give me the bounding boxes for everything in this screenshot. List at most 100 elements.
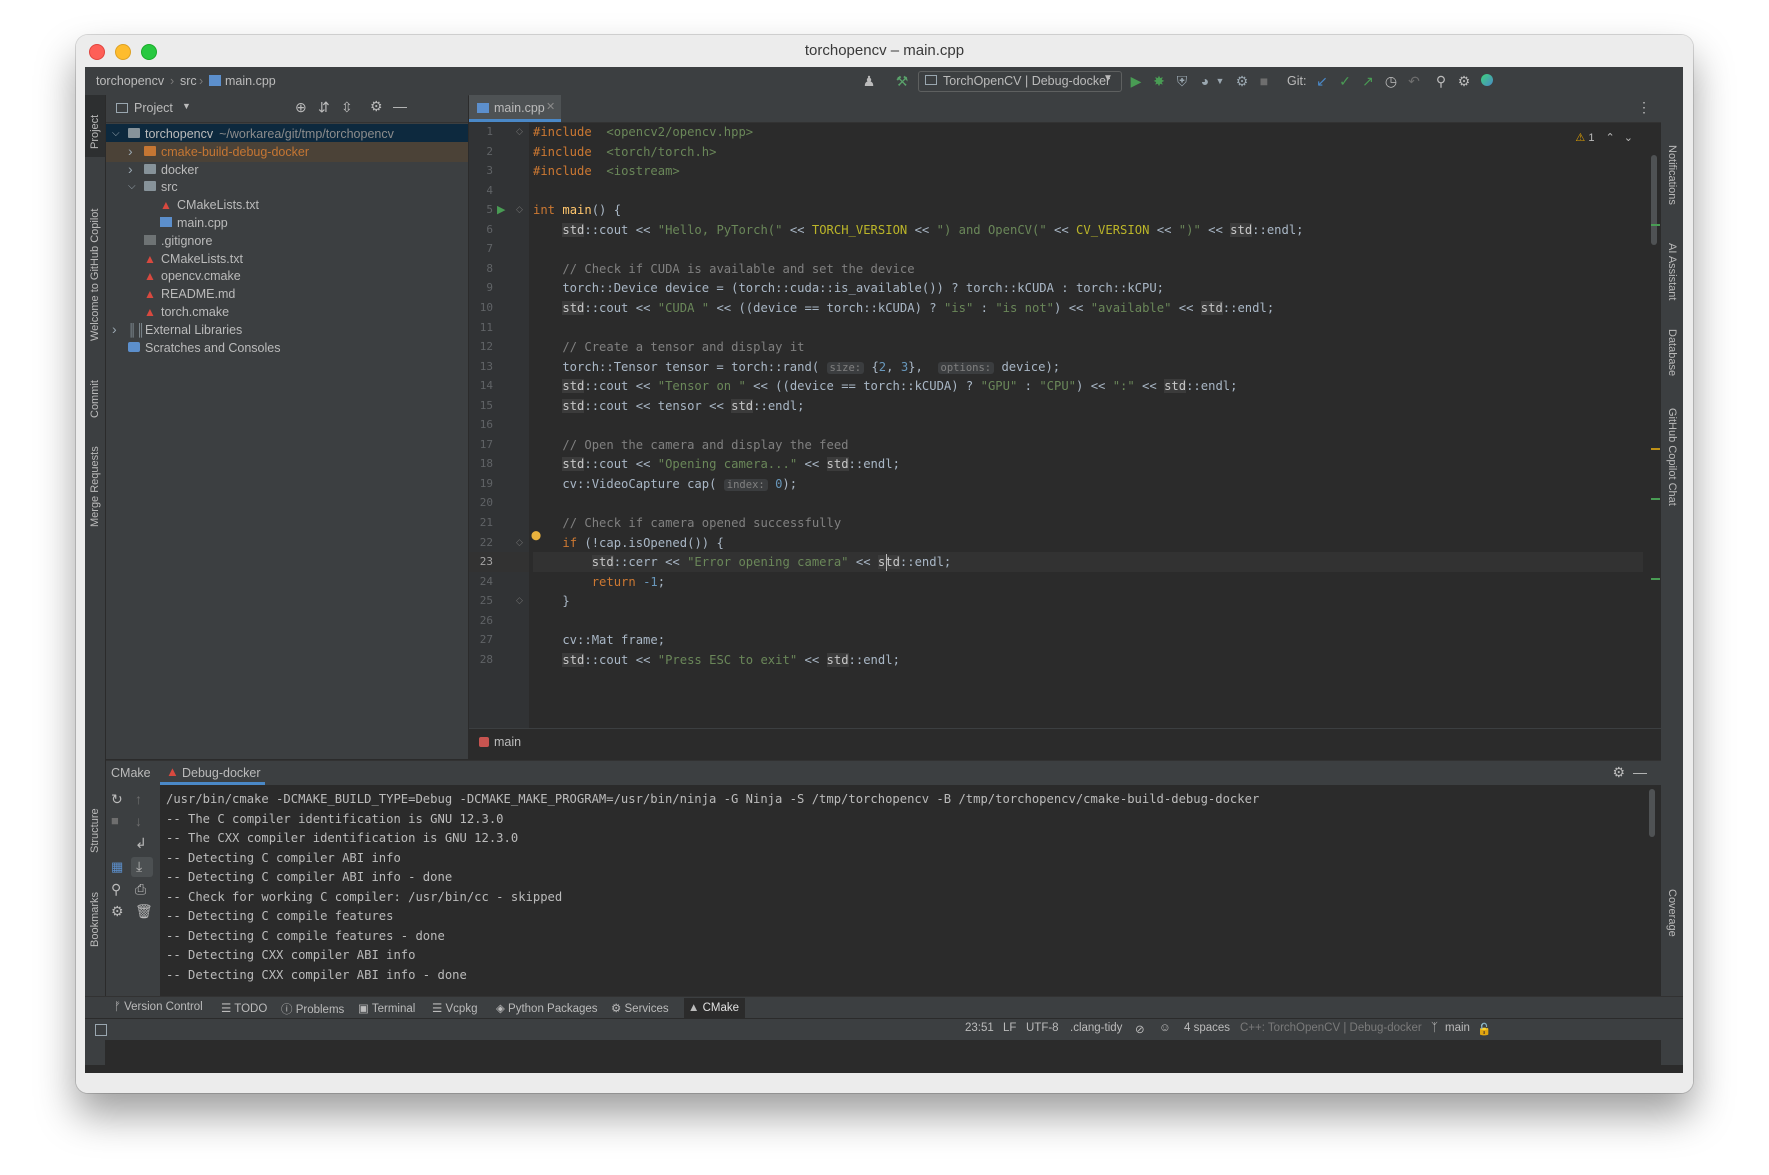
- git-rollback-icon[interactable]: ↶: [1405, 72, 1423, 90]
- fold-marker-icon[interactable]: ◇: [516, 595, 523, 606]
- line-number[interactable]: 7: [469, 239, 493, 259]
- attach-debugger-icon[interactable]: ⚙: [1233, 72, 1251, 90]
- line-number[interactable]: 2: [469, 142, 493, 162]
- more-tabs-icon[interactable]: ⋮: [1637, 99, 1651, 116]
- breadcrumb-function[interactable]: main: [494, 735, 521, 749]
- line-number[interactable]: 22: [469, 533, 493, 553]
- git-commit-icon[interactable]: ✓: [1336, 72, 1354, 90]
- hide-panel-icon[interactable]: —: [393, 98, 407, 114]
- debug-icon[interactable]: ✸: [1150, 72, 1168, 90]
- line-number[interactable]: 4: [469, 181, 493, 201]
- search-icon[interactable]: ⚲: [1432, 72, 1450, 90]
- tool-window-terminal[interactable]: ▣ Terminal: [358, 1001, 415, 1015]
- line-number[interactable]: 21: [469, 513, 493, 533]
- tool-window-python-packages[interactable]: ◈ Python Packages: [496, 1001, 598, 1015]
- close-window-button[interactable]: [89, 44, 105, 60]
- line-number[interactable]: 15: [469, 396, 493, 416]
- run-configuration-select[interactable]: TorchOpenCV | Debug-docker ▼: [918, 71, 1122, 92]
- fold-marker-icon[interactable]: ◇: [516, 126, 523, 137]
- inspections-off-icon[interactable]: ⊘: [1135, 1022, 1145, 1036]
- breadcrumb-src[interactable]: src: [180, 74, 197, 88]
- up-arrow-icon[interactable]: ↑: [135, 791, 142, 807]
- line-number[interactable]: 5: [469, 200, 493, 220]
- tool-window-ai-assistant[interactable]: AI Assistant: [1666, 243, 1678, 300]
- indent-setting[interactable]: 4 spaces: [1184, 1022, 1230, 1034]
- file-encoding[interactable]: UTF-8: [1026, 1022, 1059, 1034]
- cmake-cache-icon[interactable]: ▦: [111, 859, 123, 875]
- scroll-to-end-toggle[interactable]: ⤓: [131, 857, 153, 877]
- cmake-output[interactable]: /usr/bin/cmake -DCMAKE_BUILD_TYPE=Debug …: [166, 785, 1646, 997]
- tool-window-project[interactable]: Project: [89, 115, 101, 149]
- run-icon[interactable]: ▶: [1127, 72, 1145, 90]
- lightbulb-icon[interactable]: ⬤: [531, 530, 541, 541]
- hide-panel-icon[interactable]: —: [1633, 764, 1647, 780]
- tab-debug-docker[interactable]: ▲ Debug-docker: [160, 761, 265, 785]
- git-update-icon[interactable]: ↙: [1313, 72, 1331, 90]
- line-number[interactable]: 26: [469, 611, 493, 631]
- line-number[interactable]: 14: [469, 376, 493, 396]
- tool-window-todo[interactable]: ☰ TODO: [221, 1001, 267, 1015]
- line-number[interactable]: 23: [469, 552, 493, 572]
- caret-position[interactable]: 23:51: [965, 1022, 994, 1034]
- close-tab-icon[interactable]: ✕: [546, 100, 555, 113]
- line-number[interactable]: 9: [469, 278, 493, 298]
- fold-marker-icon[interactable]: ◇: [516, 204, 523, 215]
- tool-window-version-control[interactable]: ᚠ Version Control: [114, 1001, 203, 1013]
- maximize-window-button[interactable]: [141, 44, 157, 60]
- stop-icon[interactable]: ■: [1255, 72, 1273, 90]
- tool-window-database[interactable]: Database: [1666, 329, 1678, 376]
- tool-window-copilot-welcome[interactable]: Welcome to GitHub Copilot: [89, 209, 101, 341]
- tool-window-commit[interactable]: Commit: [89, 380, 101, 418]
- copilot-status-icon[interactable]: ☺: [1159, 1022, 1171, 1034]
- run-gutter-icon[interactable]: ▶: [497, 203, 505, 216]
- line-number[interactable]: 3: [469, 161, 493, 181]
- tool-window-bookmarks[interactable]: Bookmarks: [89, 892, 101, 947]
- tool-window-coverage[interactable]: Coverage: [1666, 889, 1678, 937]
- soft-wrap-icon[interactable]: ↲: [135, 835, 147, 852]
- toggle-tool-windows-icon[interactable]: [95, 1024, 107, 1036]
- chevron-right-icon[interactable]: ›: [128, 159, 133, 179]
- git-branch[interactable]: main: [1445, 1022, 1470, 1034]
- panel-settings-icon[interactable]: ⚙: [1612, 764, 1625, 781]
- inspection-widget[interactable]: ⚠ 1 ⌃ ⌄: [1575, 131, 1633, 144]
- minimize-window-button[interactable]: [115, 44, 131, 60]
- resolve-context[interactable]: C++: TorchOpenCV | Debug-docker: [1240, 1022, 1422, 1034]
- git-push-icon[interactable]: ↗: [1359, 72, 1377, 90]
- line-separator[interactable]: LF: [1003, 1022, 1016, 1034]
- line-number[interactable]: 10: [469, 298, 493, 318]
- settings-icon[interactable]: ⚙: [111, 903, 124, 920]
- line-number[interactable]: 1: [469, 122, 493, 142]
- line-number[interactable]: 20: [469, 493, 493, 513]
- line-number[interactable]: 27: [469, 630, 493, 650]
- coverage-run-icon[interactable]: ⛨: [1173, 72, 1191, 90]
- git-history-icon[interactable]: ◷: [1382, 72, 1400, 90]
- ai-assistant-icon[interactable]: [1478, 72, 1496, 90]
- output-scrollbar[interactable]: [1649, 789, 1655, 837]
- expand-all-icon[interactable]: ⇵: [318, 99, 330, 116]
- clear-trash-icon[interactable]: 🗑: [135, 903, 153, 920]
- line-number[interactable]: 25: [469, 591, 493, 611]
- tab-main-cpp[interactable]: main.cpp ✕: [469, 95, 561, 122]
- line-number[interactable]: 17: [469, 435, 493, 455]
- next-highlight-icon[interactable]: ⌄: [1624, 132, 1633, 144]
- tool-window-cmake[interactable]: ▲ CMake: [684, 998, 746, 1018]
- unlock-icon[interactable]: 🔓: [1477, 1022, 1491, 1036]
- stop-icon[interactable]: ■: [111, 813, 119, 828]
- chevron-down-icon[interactable]: ▼: [1211, 72, 1229, 90]
- previous-highlight-icon[interactable]: ⌃: [1606, 132, 1615, 144]
- line-number[interactable]: 18: [469, 454, 493, 474]
- chevron-down-icon[interactable]: ▼: [182, 101, 191, 111]
- chevron-right-icon[interactable]: ›: [112, 319, 117, 339]
- tool-window-copilot-chat[interactable]: GitHub Copilot Chat: [1666, 408, 1678, 506]
- tool-window-structure[interactable]: Structure: [89, 808, 101, 853]
- tree-item[interactable]: Scratches and Consoles: [106, 338, 468, 358]
- project-view-select[interactable]: Project: [134, 101, 173, 115]
- tool-window-notifications[interactable]: Notifications: [1666, 145, 1678, 205]
- breadcrumb-file[interactable]: main.cpp: [209, 74, 276, 88]
- find-icon[interactable]: ⚲: [111, 881, 121, 898]
- tool-window-vcpkg[interactable]: ☰ Vcpkg: [432, 1001, 477, 1015]
- collapse-all-icon[interactable]: ⇳: [341, 99, 353, 116]
- line-number[interactable]: 12: [469, 337, 493, 357]
- down-arrow-icon[interactable]: ↓: [135, 813, 142, 829]
- line-number[interactable]: 11: [469, 318, 493, 338]
